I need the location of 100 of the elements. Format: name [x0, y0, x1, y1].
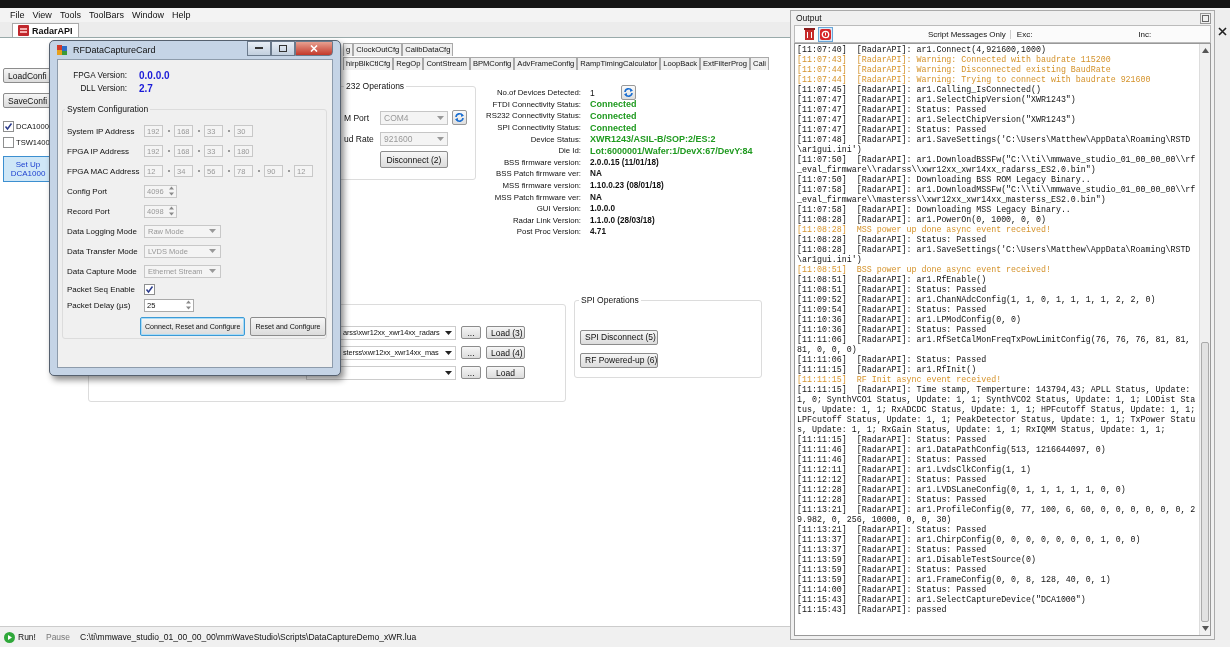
caret-icon [445, 330, 452, 335]
info-value: 1.10.0.23 (08/01/18) [590, 181, 664, 191]
log-line: [11:07:44] [RadarAPI]: Warning: Trying to connect with baudrate 921600 [797, 75, 1152, 85]
log-line: [11:08:51] [RadarAPI]: Status: Passed [797, 285, 988, 295]
log-line: [11:14:00] [RadarAPI]: Status: Passed [797, 585, 988, 595]
version-label: FPGA Version: [72, 71, 127, 80]
stop-button[interactable] [818, 26, 833, 42]
log-line: [11:13:37] [RadarAPI]: ar1.ChirpConfig(0, 0, 0, 0, 0, 0, 0, 1, 0, 0) [797, 535, 1142, 545]
document-tab[interactable]: RadarAPI [12, 23, 79, 37]
load-button[interactable]: Load (4) [486, 346, 525, 360]
info-value: Connected [590, 111, 637, 121]
field-label: Packet Seq Enable [67, 284, 137, 294]
log-line: [11:07:47] [RadarAPI]: ar1.SelectChipVersion("XWR1243") [797, 115, 1077, 125]
exclude-label: Exc: [1016, 29, 1033, 39]
log-line: [11:07:58] [RadarAPI]: ar1.DownloadMSSFw("C:\\ti\\mmwave_studio_01_00_00_00\\rf_eval_firmware\\masterss\\xwr12xx_xwr14xx_masterss_ES2.0.bin") [797, 185, 1197, 205]
menu-item[interactable]: Window [129, 10, 170, 20]
group-title: SPI Operations [579, 294, 641, 305]
app-icon [18, 25, 29, 36]
caret-icon [209, 249, 216, 253]
log-line: [11:07:45] [RadarAPI]: ar1.Calling_IsConnected() [797, 85, 1042, 95]
menu-item[interactable]: View [30, 10, 58, 20]
info-value: Connected [590, 122, 637, 133]
field-label: M Port [344, 112, 371, 123]
pause-button[interactable]: Pause [45, 632, 71, 642]
log-line: [11:11:15] RF Init async event received! [797, 375, 1003, 385]
menu-item[interactable]: File [8, 10, 31, 20]
field-label: Data Transfer Mode [67, 246, 139, 256]
close-button[interactable] [295, 41, 333, 56]
info-value: 1.0.0.0 [590, 204, 616, 214]
run-button[interactable]: Run! [4, 631, 36, 643]
log-line: [11:08:28] MSS power up done async event received! [797, 225, 1052, 235]
browse-button[interactable]: ... [461, 326, 481, 340]
info-value: 4.71 [590, 227, 606, 237]
scroll-thumb[interactable] [1201, 342, 1209, 622]
refresh-button[interactable] [452, 110, 467, 125]
group-title: 232 Operations [344, 81, 407, 91]
menu-item[interactable]: Help [169, 10, 197, 20]
field-label: Packet Delay (µs) [67, 300, 132, 310]
log-line: [11:13:59] [RadarAPI]: Status: Passed [797, 565, 988, 575]
disconnect-button[interactable]: Disconnect (2) [380, 151, 448, 168]
log-line: [11:08:28] [RadarAPI]: ar1.PowerOn(0, 1000, 0, 0) [797, 215, 1047, 225]
log-line: [11:11:15] [RadarAPI]: ar1.RfInit() [797, 365, 978, 375]
refresh-button[interactable] [620, 85, 636, 101]
log-line: [11:15:43] [RadarAPI]: ar1.SelectCaptureDevice("DCA1000") [797, 595, 1087, 605]
caret-icon [445, 350, 452, 355]
log-line: [11:13:59] [RadarAPI]: ar1.FrameConfig(0, 0, 8, 128, 40, 0, 1) [797, 575, 1112, 585]
log-line: [11:09:54] [RadarAPI]: Status: Passed [797, 305, 988, 315]
log-line: [11:15:43] [RadarAPI]: passed [797, 605, 948, 615]
log-line: [11:12:28] [RadarAPI]: Status: Passed [797, 495, 988, 505]
info-value: 1 [590, 87, 595, 98]
version-value: 0.0.0.0 [139, 70, 170, 81]
maximize-icon [279, 45, 287, 52]
group-title: System Configuration [65, 104, 151, 114]
caret-icon [209, 269, 216, 273]
menu-item[interactable]: Tools [57, 10, 87, 20]
checkbox[interactable] [3, 136, 14, 148]
log-line: [11:11:15] [RadarAPI]: Time stamp, Temperture: 143794,43; APLL Status, Update: 1, 0; SynthVCO1 Status, Update: 1, 1; SynthVCO2 Status, Update: 1, 1; LODist Status, Update: 1, 1; RxADCDC Status, Update: 1, 1; HPFcutoff Status, Update: 1, 1; LPFcutoff Status, Update: 1, 1; PeakDetector Status, Update: 1, 1; TxPower Status, Update: 1, 1; RxGain Status, Update: 1, 1; RxIQMM Status, Update: 1, 1; [797, 385, 1197, 435]
app-icon [57, 44, 68, 56]
maximize-button[interactable] [271, 41, 295, 56]
info-value: 2.0.0.15 (11/01/18) [590, 157, 659, 167]
spi-button[interactable]: RF Powered-up (6) [580, 352, 658, 368]
stop-icon [820, 28, 831, 40]
log-line: [11:11:06] [RadarAPI]: ar1.RfSetCalMonFreqTxPowLimitConfig(76, 76, 76, 81, 81, 81, 0, 0, 0) [797, 335, 1192, 355]
caret-icon [445, 370, 452, 375]
filter-toggle[interactable]: Script Messages Only [928, 29, 1011, 39]
window-title: RFDataCaptureCard [73, 45, 156, 55]
minimize-button[interactable] [247, 41, 271, 56]
scrollbar[interactable] [1199, 44, 1210, 635]
load-button[interactable]: Load [486, 366, 525, 380]
version-value: 2.7 [139, 83, 153, 94]
delete-icon[interactable] [804, 28, 815, 40]
close-icon[interactable] [1218, 27, 1227, 36]
script-path: C:\ti\mmwave_studio_01_00_00_00\mmWaveStudio\Scripts\DataCaptureDemo_xWR.lua [80, 632, 417, 642]
field-label: Record Port [67, 206, 111, 216]
log-line: [11:07:47] [RadarAPI]: Status: Passed [797, 125, 988, 135]
spi-button[interactable]: SPI Disconnect (5) [580, 329, 658, 345]
info-value: Lot:6000001/Wafer:1/DevX:67/DevY:84 [590, 145, 753, 156]
log-line: [11:07:50] [RadarAPI]: ar1.DownloadBSSFw("C:\\ti\\mmwave_studio_01_00_00_00\\rf_eval_firmware\\radarss\\xwr12xx_xwr14xx_radarss_ES2.0.bin") [797, 155, 1197, 175]
check-icon [145, 284, 154, 294]
minimize-icon [255, 47, 263, 50]
refresh-icon [454, 112, 465, 123]
log-line: [11:11:46] [RadarAPI]: Status: Passed [797, 455, 988, 465]
check-icon [4, 121, 13, 131]
log-line: [11:10:36] [RadarAPI]: ar1.LPModConfig(0, 0) [797, 315, 1023, 325]
restore-button[interactable] [1200, 12, 1211, 24]
info-value: NA [590, 192, 602, 202]
field-label: System IP Address [67, 126, 136, 136]
checkbox[interactable] [3, 120, 14, 132]
log-line: [11:07:44] [RadarAPI]: Warning: Disconnected existing BaudRate [797, 65, 1112, 75]
log-line: [11:08:28] [RadarAPI]: ar1.SaveSettings('C:\Users\Matthew\AppData\Roaming\RSTD\ar1gui.ini') [797, 245, 1192, 265]
field-label: Data Logging Mode [67, 226, 138, 236]
menu-item[interactable]: ToolBars [86, 10, 130, 20]
load-button[interactable]: Load (3) [486, 326, 525, 340]
browse-button[interactable]: ... [461, 366, 481, 380]
field-label: Data Capture Mode [67, 266, 138, 276]
info-value: Connected [590, 99, 637, 110]
log-line: [11:13:59] [RadarAPI]: ar1.DisableTestSource(0) [797, 555, 1037, 565]
checkbox[interactable] [144, 283, 155, 295]
browse-button[interactable]: ... [461, 346, 481, 360]
spinner-arrows-icon [167, 184, 176, 198]
